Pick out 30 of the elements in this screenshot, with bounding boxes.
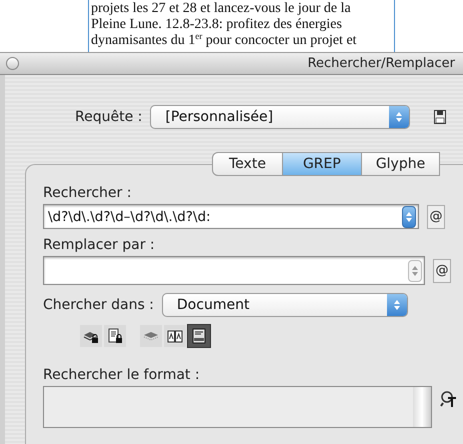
locked-document-icon[interactable] <box>104 325 126 347</box>
special-characters-button[interactable]: @ <box>433 258 451 282</box>
history-stepper-icon[interactable] <box>402 206 416 228</box>
search-in-label: Chercher dans : <box>43 297 154 313</box>
find-field[interactable]: \d?\d\.\d?\d–\d?\d\.\d?\d: <box>43 204 419 229</box>
find-label: Rechercher : <box>43 185 132 201</box>
document-text: dynamisantes du 1$^{er}$ pour concocter un projet et <box>91 33 358 49</box>
window-title: Rechercher/Remplacer <box>308 56 455 71</box>
find-format-label: Rechercher le format : <box>43 367 201 383</box>
tab[interactable]: GREP <box>282 152 362 176</box>
tab[interactable]: Texte <box>212 152 283 176</box>
query-label: Requête : <box>75 109 142 125</box>
dropdown-arrows-icon <box>386 294 407 316</box>
search-in-dropdown[interactable]: Document <box>162 293 408 317</box>
dropdown-arrows-icon <box>389 106 410 128</box>
find-format-field[interactable] <box>43 386 432 428</box>
close-button[interactable] <box>6 57 19 70</box>
tab[interactable]: Glyphe <box>362 152 440 176</box>
locked-layers-icon[interactable] <box>80 325 102 347</box>
query-dropdown[interactable]: [Personnalisée] <box>150 105 410 129</box>
document-text: Pleine Lune. 12.8-23.8: profitez des énergies <box>91 17 343 33</box>
replace-label: Remplacer par : <box>43 237 156 253</box>
save-icon[interactable] <box>434 110 446 124</box>
special-characters-button[interactable]: @ <box>427 204 445 228</box>
document-text: projets les 27 et 28 et lancez-vous le jour de la <box>91 1 352 17</box>
format-search-icon[interactable] <box>440 390 458 408</box>
footnote-icon[interactable] <box>188 325 210 347</box>
book-icon[interactable] <box>164 325 186 347</box>
history-stepper-icon[interactable] <box>408 260 422 282</box>
replace-field[interactable] <box>43 256 425 285</box>
